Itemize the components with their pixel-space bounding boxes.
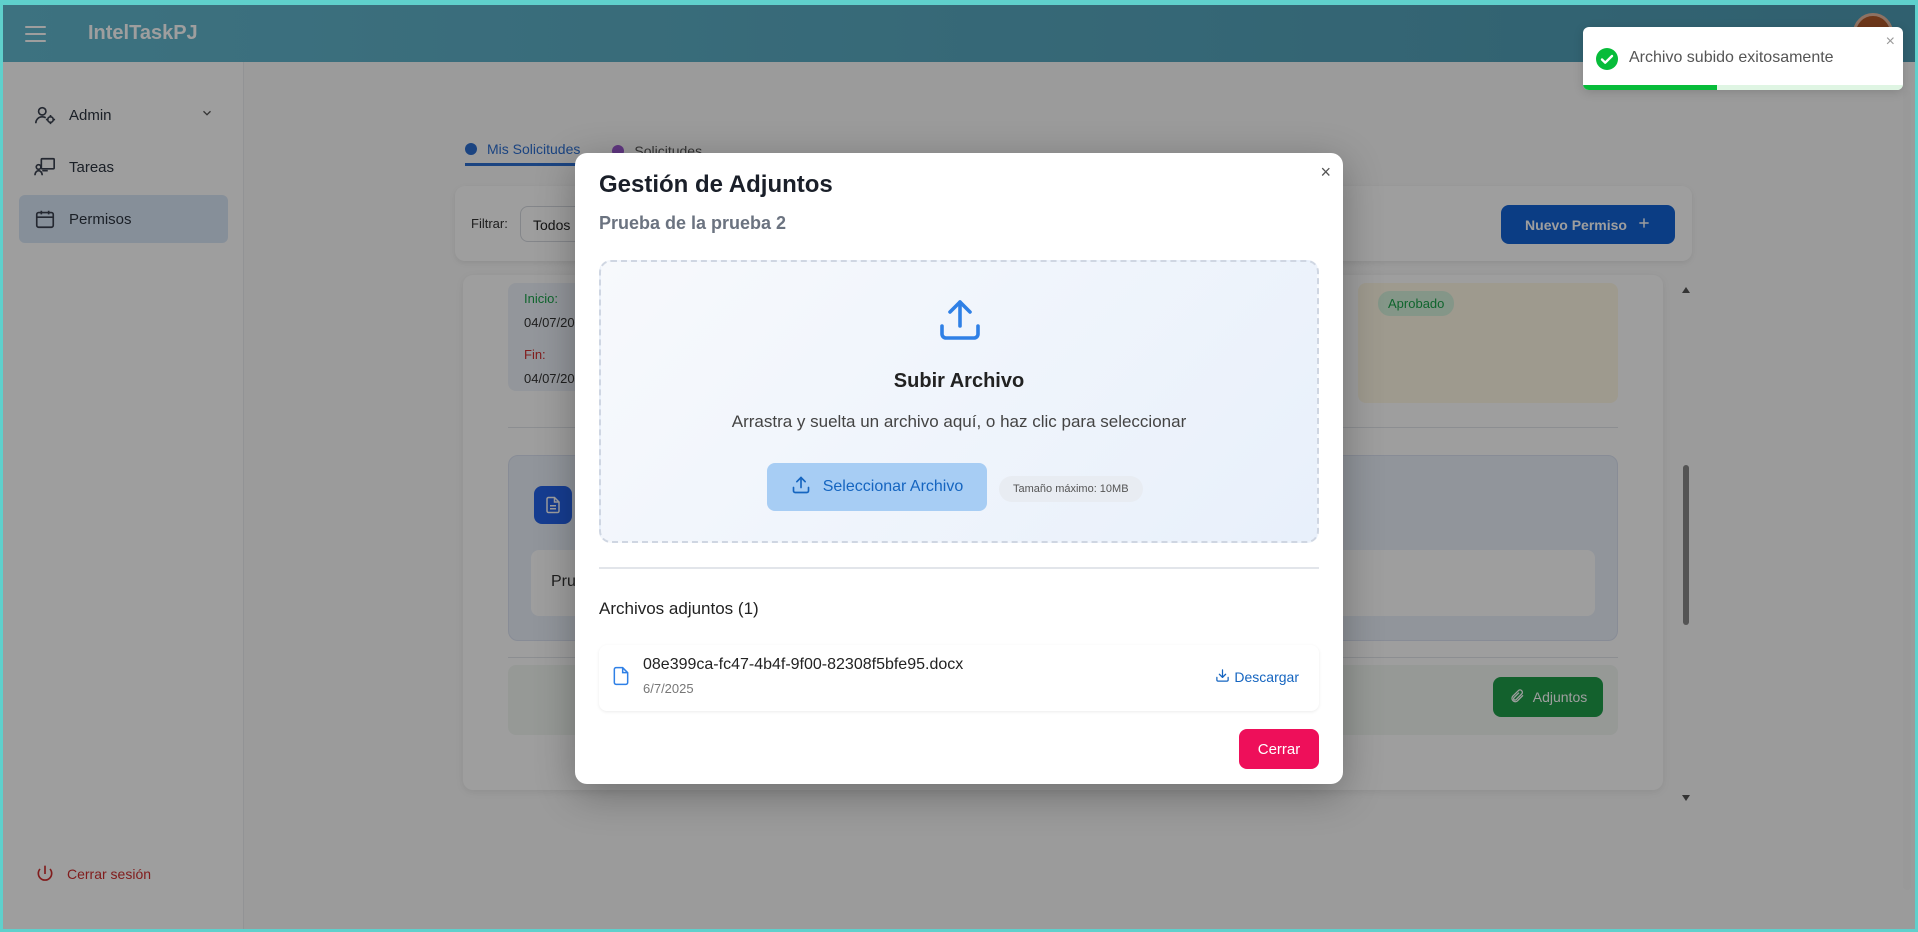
close-icon[interactable]: × [1886, 33, 1895, 51]
toast-progress-bar [1583, 85, 1903, 90]
app-root: IntelTaskPJ Admin Tareas Permisos Cerrar… [3, 5, 1915, 929]
modal-title: Gestión de Adjuntos [599, 171, 833, 198]
check-circle-icon [1595, 47, 1619, 76]
page-scrollbar[interactable] [1899, 65, 1915, 929]
max-size-badge: Tamaño máximo: 10MB [999, 476, 1143, 502]
close-icon[interactable]: × [1320, 163, 1331, 181]
upload-icon [791, 475, 811, 500]
upload-description: Arrastra y suelta un archivo aquí, o haz… [731, 412, 1187, 431]
divider [599, 567, 1319, 569]
success-toast: Archivo subido exitosamente × [1583, 27, 1903, 90]
download-button[interactable]: Descargar [1215, 668, 1299, 686]
file-name: 08e399ca-fc47-4b4f-9f00-82308f5bfe95.doc… [643, 656, 964, 673]
toast-message: Archivo subido exitosamente [1629, 49, 1834, 66]
attachments-count-title: Archivos adjuntos (1) [599, 599, 759, 618]
file-icon [611, 665, 631, 692]
file-date: 6/7/2025 [643, 681, 694, 696]
upload-icon [936, 296, 984, 349]
select-file-label: Seleccionar Archivo [822, 478, 964, 495]
select-file-button[interactable]: Seleccionar Archivo [767, 463, 987, 511]
modal-subtitle: Prueba de la prueba 2 [599, 213, 787, 233]
attachment-row: 08e399ca-fc47-4b4f-9f00-82308f5bfe95.doc… [599, 645, 1319, 711]
toast-progress-fill [1583, 85, 1718, 90]
upload-title: Subir Archivo [893, 370, 1025, 392]
close-button[interactable]: Cerrar [1239, 729, 1319, 769]
attachments-modal: × Gestión de Adjuntos Prueba de la prueb… [575, 153, 1343, 784]
download-label: Descargar [1234, 669, 1299, 685]
upload-dropzone[interactable]: Subir Archivo Arrastra y suelta un archi… [599, 260, 1319, 543]
download-icon [1215, 668, 1230, 686]
